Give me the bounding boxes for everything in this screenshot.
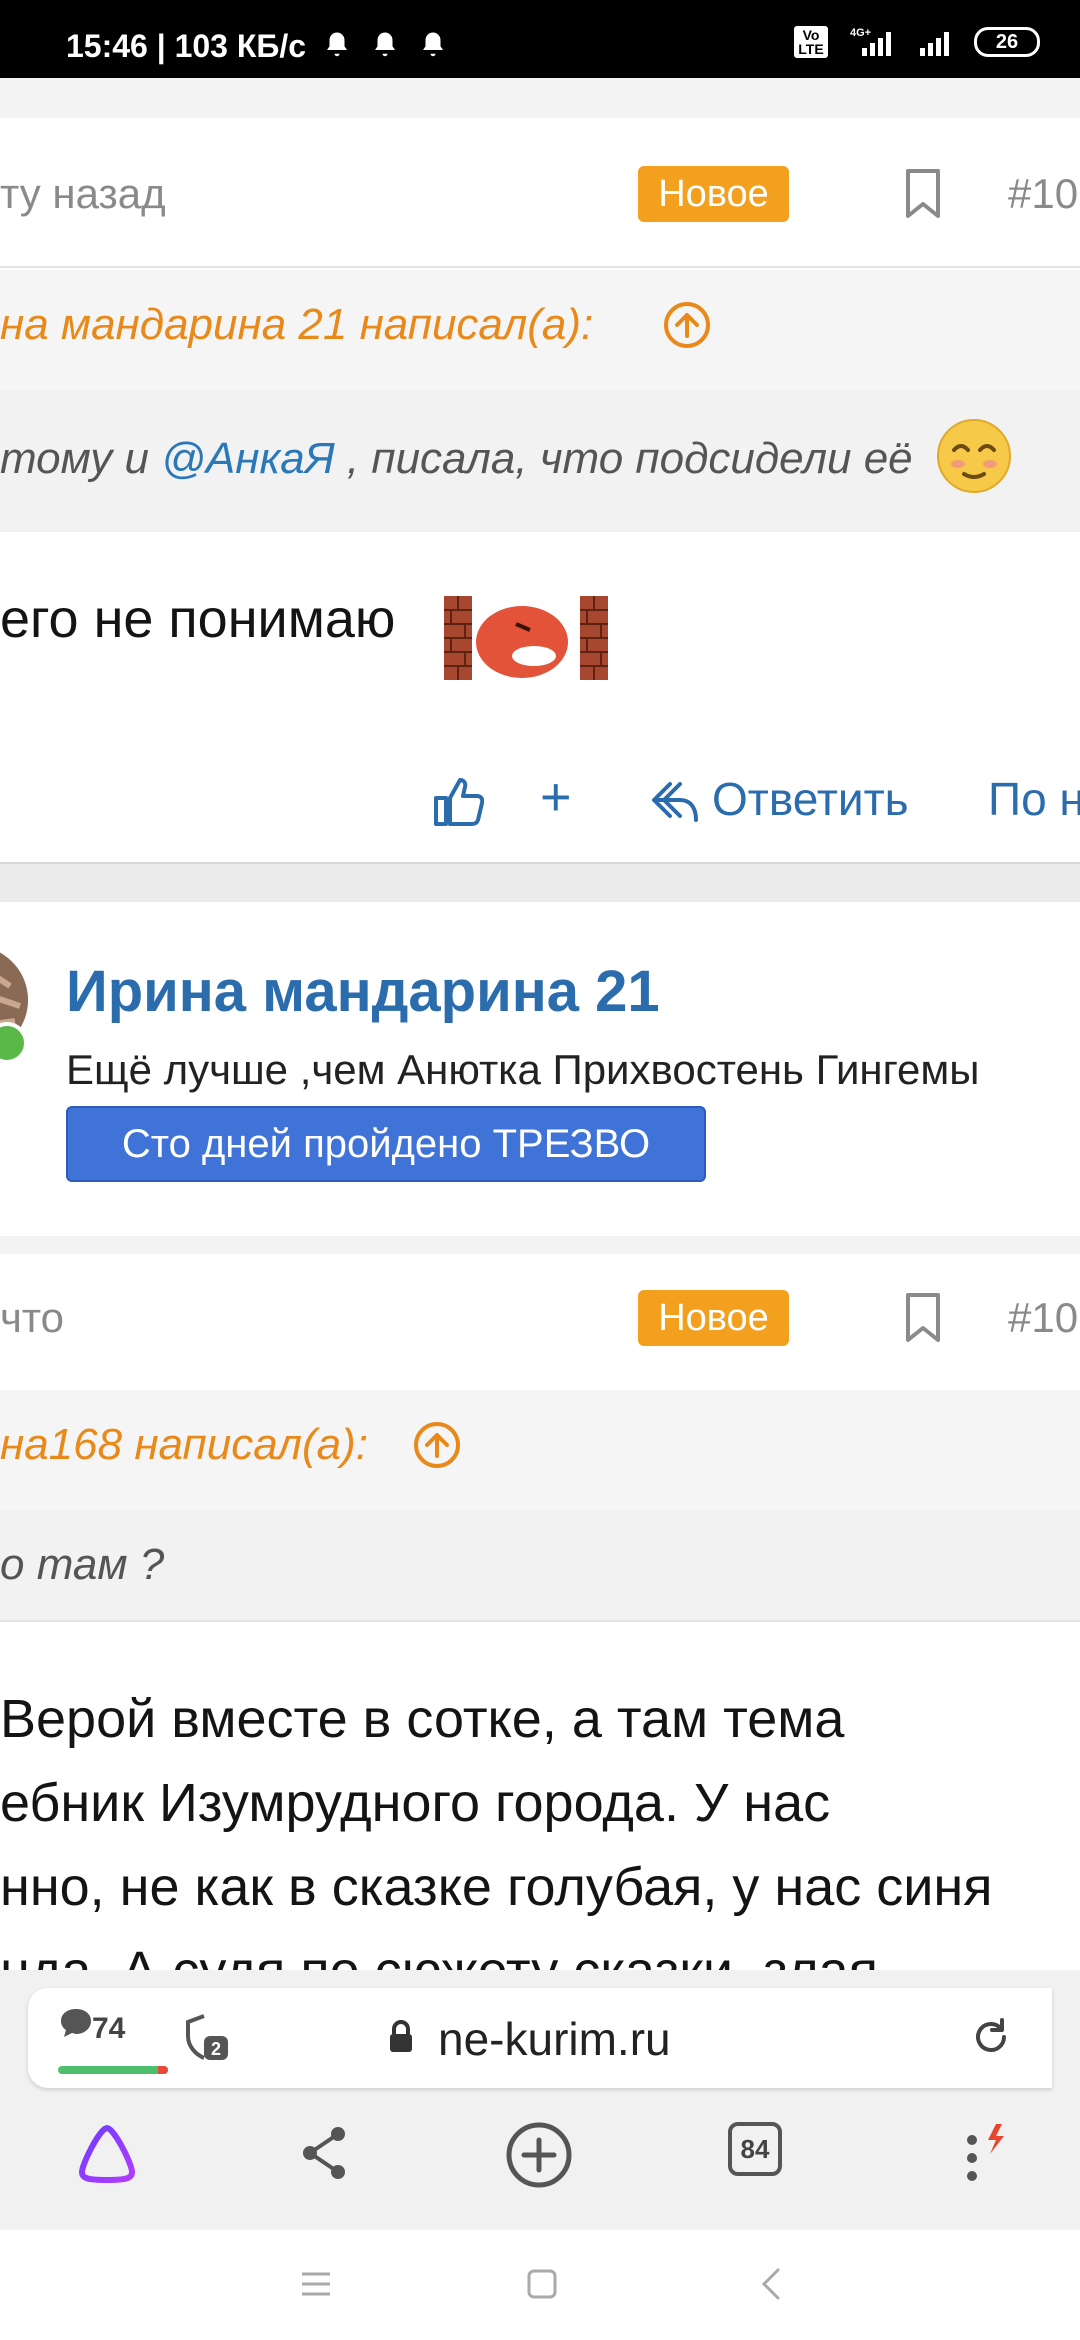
post-number[interactable]: #10 xyxy=(1008,1294,1078,1342)
bell-icon xyxy=(375,32,395,57)
lock-icon xyxy=(390,2020,412,2052)
network-label: 4G+ xyxy=(850,27,871,39)
battery-level: 26 xyxy=(995,30,1019,53)
reply-icon[interactable] xyxy=(650,780,700,824)
post-message: его не понимаю xyxy=(0,589,396,649)
quote-author[interactable]: на мандарина 21 написал(а): xyxy=(0,300,593,350)
post-meta-row: что Новое #10 xyxy=(0,1254,1080,1404)
bookmark-icon[interactable] xyxy=(904,1292,942,1344)
new-badge: Новое xyxy=(638,166,789,222)
quote-body: о там ? xyxy=(0,1510,1080,1622)
quote-text: о там ? xyxy=(0,1540,165,1589)
rating-bar xyxy=(58,2066,168,2074)
arrow-up-circle-icon[interactable] xyxy=(662,300,712,350)
system-navigation-bar xyxy=(0,2230,1080,2340)
browser-bar: 74 2 ne-kurim.ru 84 xyxy=(0,1970,1080,2230)
shy-smiley-icon xyxy=(937,419,1011,493)
post-actions: + Ответить По н xyxy=(0,730,1080,860)
post-number[interactable]: #10 xyxy=(1008,170,1078,218)
menu-icon[interactable] xyxy=(952,2120,1012,2190)
new-tab-icon[interactable] xyxy=(504,2120,574,2190)
arrow-up-circle-icon[interactable] xyxy=(412,1420,462,1470)
notification-icons xyxy=(322,30,448,60)
quote-text-part: , писала, что подсидели её xyxy=(334,434,913,483)
online-status-icon xyxy=(0,1022,28,1064)
post-message-line: нно, не как в сказке голубая, у нас синя xyxy=(0,1857,993,1917)
author-name[interactable]: Ирина мандарина 21 xyxy=(66,958,660,1025)
quote-author[interactable]: на168 написал(а): xyxy=(0,1420,368,1470)
quote-text: тому и @АнкаЯ , писала, что подсидели её xyxy=(0,434,913,484)
reply-button[interactable]: Ответить xyxy=(712,772,909,826)
shield-count: 2 xyxy=(211,2039,221,2059)
post-author-block: Ирина мандарина 21 Ещё лучше ,чем Анютка… xyxy=(0,906,1080,1236)
add-reaction-button[interactable]: + xyxy=(540,766,572,828)
screen: 15:46 | 103 КБ/с Vo LTE 4G+ 26 ту назад … xyxy=(0,0,1080,2340)
browser-toolbar: 84 xyxy=(0,2110,1080,2220)
post-divider xyxy=(0,862,1080,902)
status-time: 15:46 | 103 КБ/с xyxy=(66,28,307,64)
comments-count: 74 xyxy=(92,2012,126,2045)
alice-assistant-icon[interactable] xyxy=(74,2120,140,2186)
recents-icon[interactable] xyxy=(300,2270,332,2298)
post-message-line: ебник Изумрудного города. У нас xyxy=(0,1773,831,1833)
post-message-line: Верой вместе в сотке, а там тема xyxy=(0,1689,845,1749)
status-bar: 15:46 | 103 КБ/с Vo LTE 4G+ 26 xyxy=(0,0,1080,78)
bookmark-icon[interactable] xyxy=(904,168,942,220)
tabs-button[interactable]: 84 xyxy=(728,2122,782,2176)
user-banner-badge: Сто дней пройдено ТРЕЗВО xyxy=(66,1106,706,1182)
user-mention-link[interactable]: @АнкаЯ xyxy=(161,434,334,483)
quote-header: на мандарина 21 написал(а): xyxy=(0,270,1080,390)
bell-icon xyxy=(423,32,443,57)
address-bar-tip xyxy=(1020,1988,1050,2088)
system-icons: Vo LTE 4G+ 26 xyxy=(794,26,1040,58)
quote-body: тому и @АнкаЯ , писала, что подсидели её xyxy=(0,390,1080,532)
shield-icon[interactable]: 2 xyxy=(184,2012,232,2068)
headbang-smiley-icon xyxy=(444,596,608,680)
quote-text-part: тому и xyxy=(0,434,162,483)
like-icon[interactable] xyxy=(432,776,484,828)
battery-icon: 26 xyxy=(974,27,1040,57)
forum-content[interactable]: ту назад Новое #10 на мандарина 21 напис… xyxy=(0,78,1080,1970)
top-spacer xyxy=(0,78,1080,118)
url-text[interactable]: ne-kurim.ru xyxy=(438,2012,671,2066)
post-message-line: нда. А судя по сюжету сказки, злая xyxy=(0,1940,878,1970)
signal-icon: 4G+ xyxy=(850,27,891,56)
profile-divider xyxy=(0,1236,1080,1256)
volte-icon: Vo LTE xyxy=(794,26,828,58)
bell-icon xyxy=(327,32,347,57)
post-meta-row: ту назад Новое #10 xyxy=(0,118,1080,268)
signal-icon xyxy=(920,32,949,56)
home-icon[interactable] xyxy=(526,2268,558,2300)
address-bar[interactable]: 74 2 ne-kurim.ru xyxy=(28,1988,1052,2088)
reload-icon[interactable] xyxy=(970,2016,1012,2058)
more-action-button[interactable]: По н xyxy=(988,772,1080,826)
quote-header: на168 написал(а): xyxy=(0,1390,1080,1510)
back-icon[interactable] xyxy=(758,2266,782,2302)
comments-icon[interactable] xyxy=(58,2006,94,2040)
new-badge: Новое xyxy=(638,1290,789,1346)
share-icon[interactable] xyxy=(296,2120,352,2186)
post-time[interactable]: ту назад xyxy=(0,170,166,218)
author-user-title: Ещё лучше ,чем Анютка Прихвостень Гингем… xyxy=(66,1046,980,1093)
post-time[interactable]: что xyxy=(0,1294,64,1342)
